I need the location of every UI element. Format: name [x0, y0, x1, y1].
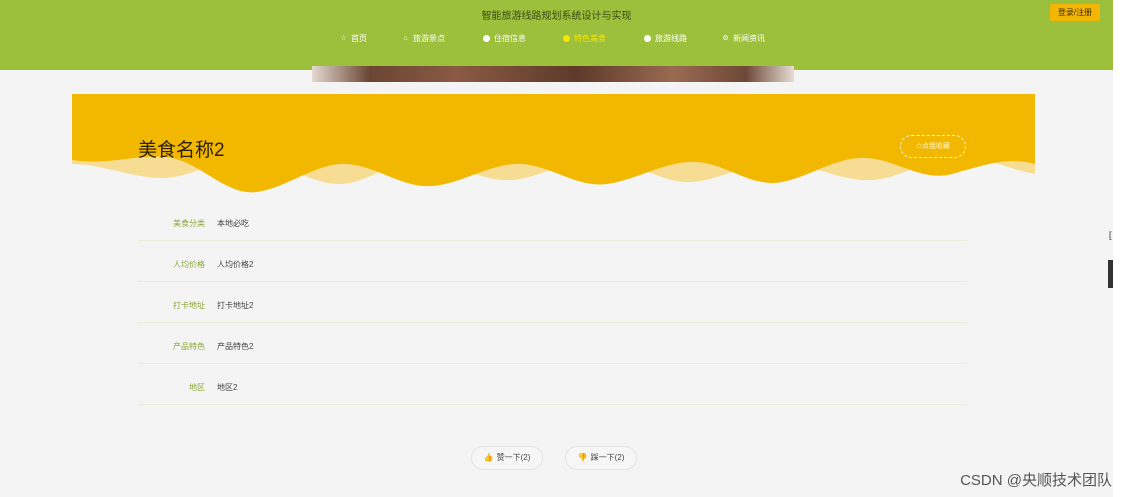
nav-item-food[interactable]: 特色美食: [563, 33, 606, 44]
dot-icon: [563, 35, 570, 42]
star-icon: ☆: [340, 35, 347, 42]
page-right-edge: [1113, 0, 1128, 497]
dislike-button[interactable]: 👎 踩一下(2): [565, 446, 637, 470]
dot-icon: [644, 35, 651, 42]
dot-icon: [483, 35, 490, 42]
nav-item-home[interactable]: ☆ 首页: [340, 33, 367, 44]
nav-label: 旅游景点: [413, 34, 445, 43]
site-title: 智能旅游线路规划系统设计与实现: [481, 11, 632, 22]
main-nav: ☆ 首页 ⌂ 旅游景点 住宿信息 特色美食 旅游线路 ⚙ 新闻资讯: [0, 33, 1113, 47]
nav-label: 旅游线路: [655, 34, 687, 43]
home-icon: ⌂: [403, 35, 408, 42]
detail-value: 本地必吃: [217, 219, 249, 228]
detail-value: 人均价格2: [217, 260, 254, 269]
nav-item-hotels[interactable]: 住宿信息: [483, 33, 526, 44]
nav-label: 特色美食: [574, 34, 606, 43]
detail-row-price: 人均价格 人均价格2: [138, 241, 967, 282]
nav-item-routes[interactable]: 旅游线路: [644, 33, 687, 44]
gear-icon: ⚙: [722, 35, 729, 42]
detail-label: 美食分类: [173, 219, 205, 228]
favorite-button[interactable]: ✩点我收藏: [900, 135, 966, 158]
food-details-table: 美食分类 本地必吃 人均价格 人均价格2 打卡地址 打卡地址2 产品特色 产品特…: [138, 200, 967, 405]
csdn-watermark: CSDN @央顺技术团队: [960, 472, 1112, 489]
bracket-icon: [: [1109, 230, 1112, 240]
detail-label: 产品特色: [173, 342, 205, 351]
detail-label: 地区: [189, 383, 205, 392]
detail-row-category: 美食分类 本地必吃: [138, 200, 967, 241]
thumbs-up-icon: 👍: [483, 453, 494, 462]
detail-value: 地区2: [217, 383, 238, 392]
like-label: 赞一下(2): [496, 453, 531, 462]
food-name-title: 美食名称2: [138, 140, 225, 161]
detail-row-region: 地区 地区2: [138, 364, 967, 405]
side-scroll-handle[interactable]: [1108, 260, 1113, 288]
food-title-card: 美食名称2 ✩点我收藏: [72, 94, 1035, 204]
detail-value: 打卡地址2: [217, 301, 254, 310]
nav-label: 首页: [351, 34, 367, 43]
nav-label: 新闻资讯: [733, 34, 765, 43]
dislike-label: 踩一下(2): [590, 453, 625, 462]
detail-value: 产品特色2: [217, 342, 254, 351]
login-register-button[interactable]: 登录/注册: [1050, 4, 1100, 21]
nav-item-news[interactable]: ⚙ 新闻资讯: [722, 33, 765, 44]
thumbs-down-icon: 👎: [577, 453, 588, 462]
like-button[interactable]: 👍 赞一下(2): [471, 446, 543, 470]
detail-label: 打卡地址: [173, 301, 205, 310]
food-banner-image: [312, 66, 794, 82]
nav-item-attractions[interactable]: ⌂ 旅游景点: [402, 33, 445, 44]
detail-row-address: 打卡地址 打卡地址2: [138, 282, 967, 323]
detail-label: 人均价格: [173, 260, 205, 269]
detail-row-feature: 产品特色 产品特色2: [138, 323, 967, 364]
nav-label: 住宿信息: [494, 34, 526, 43]
